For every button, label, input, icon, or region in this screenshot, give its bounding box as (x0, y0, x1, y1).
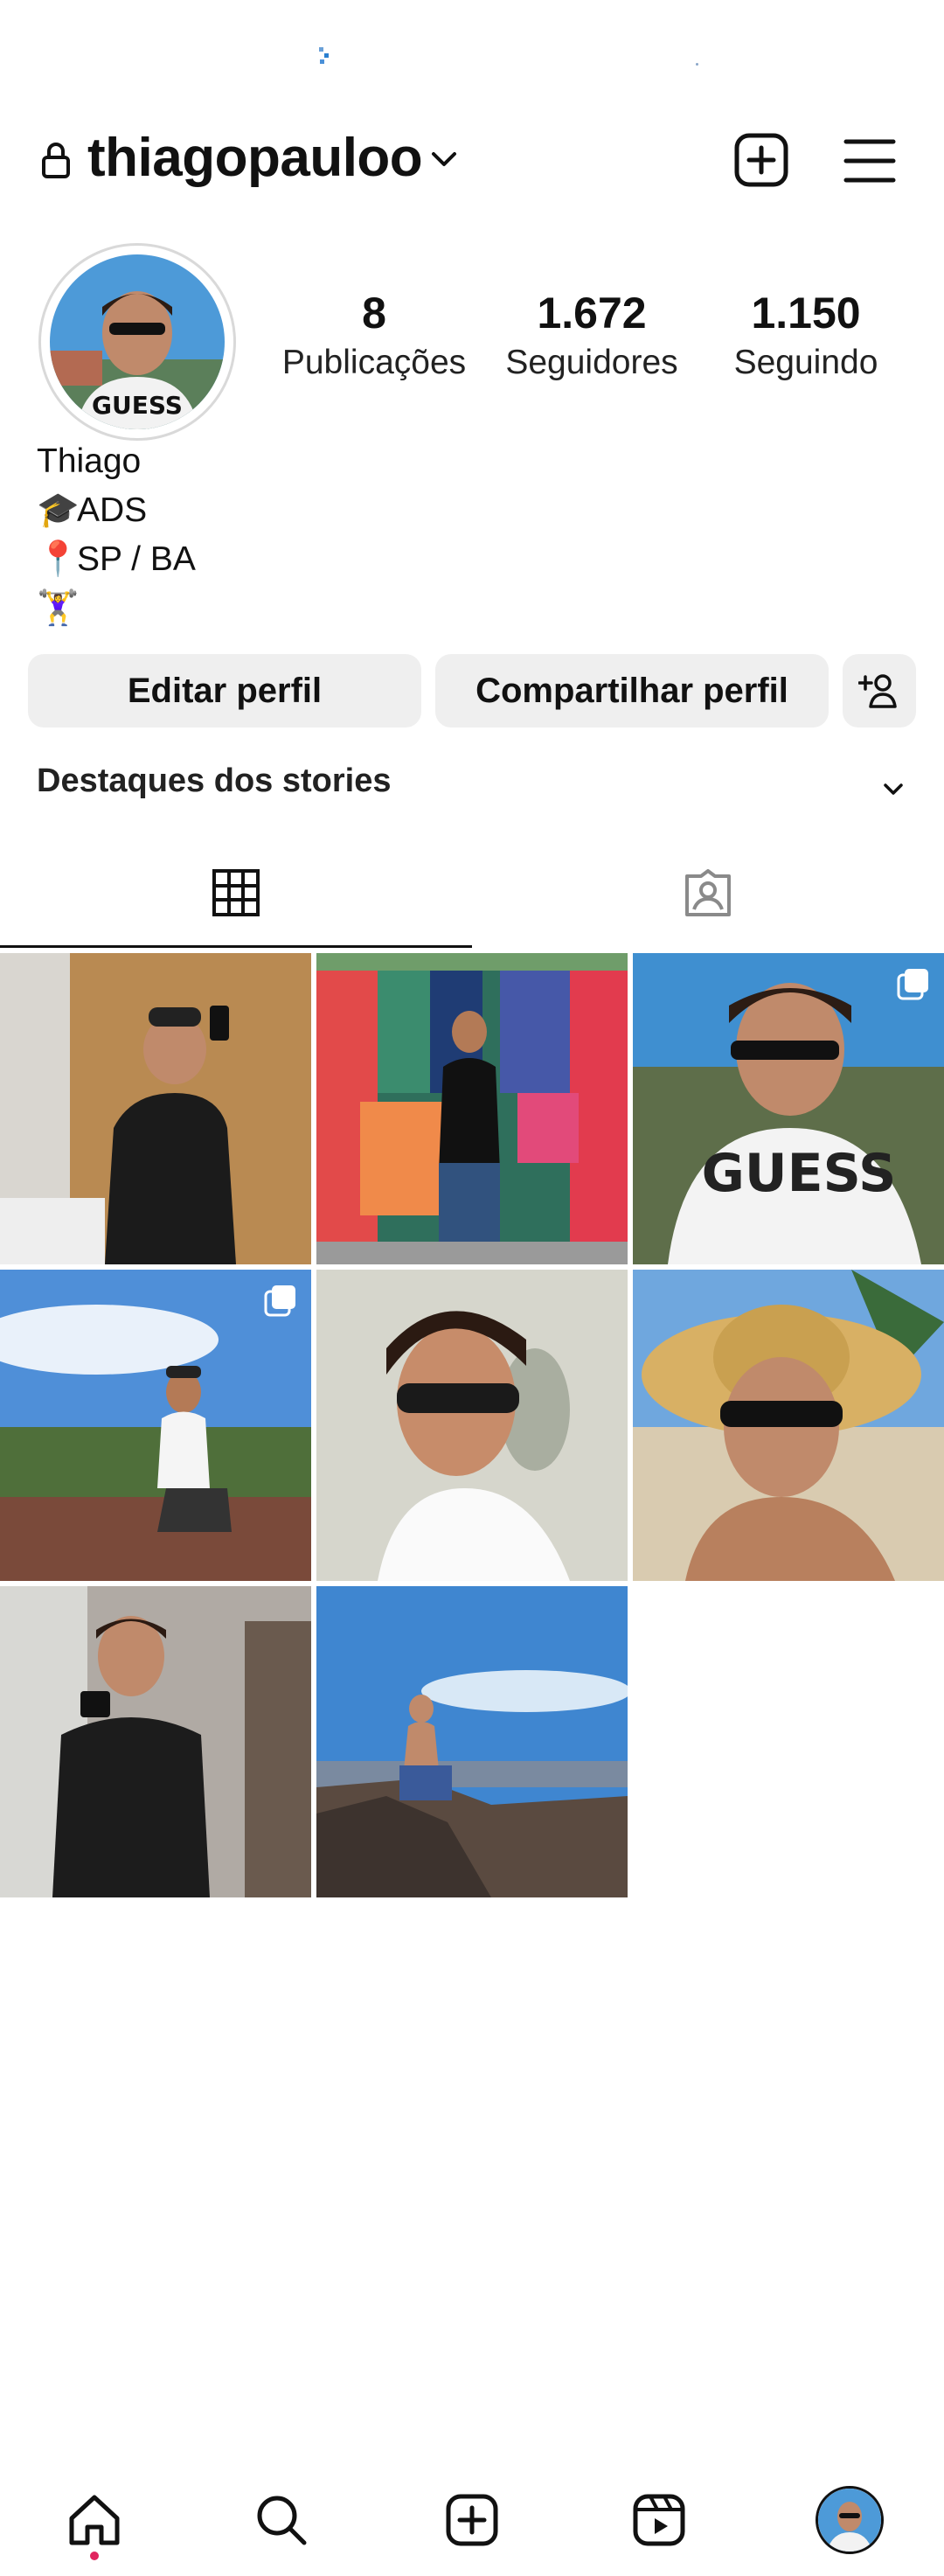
home-icon (69, 2495, 120, 2545)
post-tile[interactable] (0, 1270, 311, 1581)
tab-tagged[interactable] (472, 839, 944, 948)
discover-people-button[interactable] (843, 654, 916, 728)
tagged-icon (685, 869, 731, 916)
graduation-cap-icon: 🎓 (37, 491, 80, 529)
stat-following-label: Seguindo (733, 343, 878, 381)
username[interactable]: thiagopauloo (87, 126, 423, 191)
bio-location-text: SP / BA (77, 540, 196, 578)
top-bar: thiagopauloo (0, 114, 944, 201)
stat-followers-value: 1.672 (537, 289, 647, 338)
stat-followers-label: Seguidores (505, 343, 678, 381)
search-icon (257, 2496, 307, 2545)
story-highlights-label[interactable]: Destaques dos stories (37, 762, 391, 800)
avatar-shirt-text: GUESS (92, 391, 183, 420)
post-tile[interactable] (316, 1586, 628, 1897)
chevron-down-icon[interactable] (428, 143, 460, 175)
post-tile[interactable] (0, 1586, 311, 1897)
profile-avatar (816, 2486, 884, 2554)
pin-icon: 📍 (37, 540, 80, 578)
nav-create[interactable] (437, 2485, 507, 2555)
lock-icon (42, 143, 70, 178)
status-indicator-icon (319, 47, 329, 64)
nav-profile[interactable] (815, 2485, 885, 2555)
profile-name: Thiago (37, 442, 142, 480)
menu-icon[interactable] (841, 133, 899, 189)
create-post-icon[interactable] (732, 131, 790, 189)
bio-line-gym: 🏋️‍♀️ (37, 584, 196, 633)
multiple-posts-icon (264, 1285, 295, 1317)
nav-search[interactable] (246, 2485, 316, 2555)
post-tile[interactable] (316, 953, 628, 1264)
bio-line-location: 📍SP / BA (37, 535, 196, 584)
tab-posts-grid[interactable] (0, 839, 472, 948)
edit-profile-button[interactable]: Editar perfil (28, 654, 421, 728)
multiple-posts-icon (897, 969, 928, 1000)
stat-followers[interactable]: 1.672 Seguidores (487, 289, 697, 386)
reels-icon (633, 2494, 685, 2546)
status-dot (696, 63, 698, 66)
weightlifter-icon: 🏋️‍♀️ (37, 589, 80, 627)
post-tile[interactable] (0, 953, 311, 1264)
profile-avatar[interactable]: GUESS (38, 243, 236, 441)
grid-icon (212, 868, 260, 916)
stat-posts[interactable]: 8 Publicações (269, 289, 479, 386)
bio-education-text: ADS (77, 491, 148, 529)
chevron-down-icon[interactable] (878, 773, 909, 804)
post-tile[interactable] (316, 1270, 628, 1581)
add-person-icon (858, 674, 897, 708)
bottom-nav (0, 2466, 944, 2576)
stat-following-value: 1.150 (751, 289, 861, 338)
avatar-image: GUESS (50, 254, 225, 429)
stat-following[interactable]: 1.150 Seguindo (701, 289, 911, 386)
nav-home[interactable] (59, 2485, 129, 2555)
post-tile[interactable] (633, 1270, 944, 1581)
notification-dot (90, 2552, 99, 2560)
status-bar (0, 0, 944, 96)
bio-line-education: 🎓ADS (37, 486, 196, 535)
create-icon (446, 2494, 498, 2546)
stat-posts-value: 8 (362, 289, 386, 338)
post-tile[interactable]: GUESS (633, 953, 944, 1264)
stat-posts-label: Publicações (281, 343, 467, 381)
svg-text:GUESS: GUESS (702, 1143, 897, 1204)
share-profile-button[interactable]: Compartilhar perfil (435, 654, 829, 728)
bio: Thiago 🎓ADS 📍SP / BA 🏋️‍♀️ (37, 437, 196, 633)
nav-reels[interactable] (624, 2485, 694, 2555)
